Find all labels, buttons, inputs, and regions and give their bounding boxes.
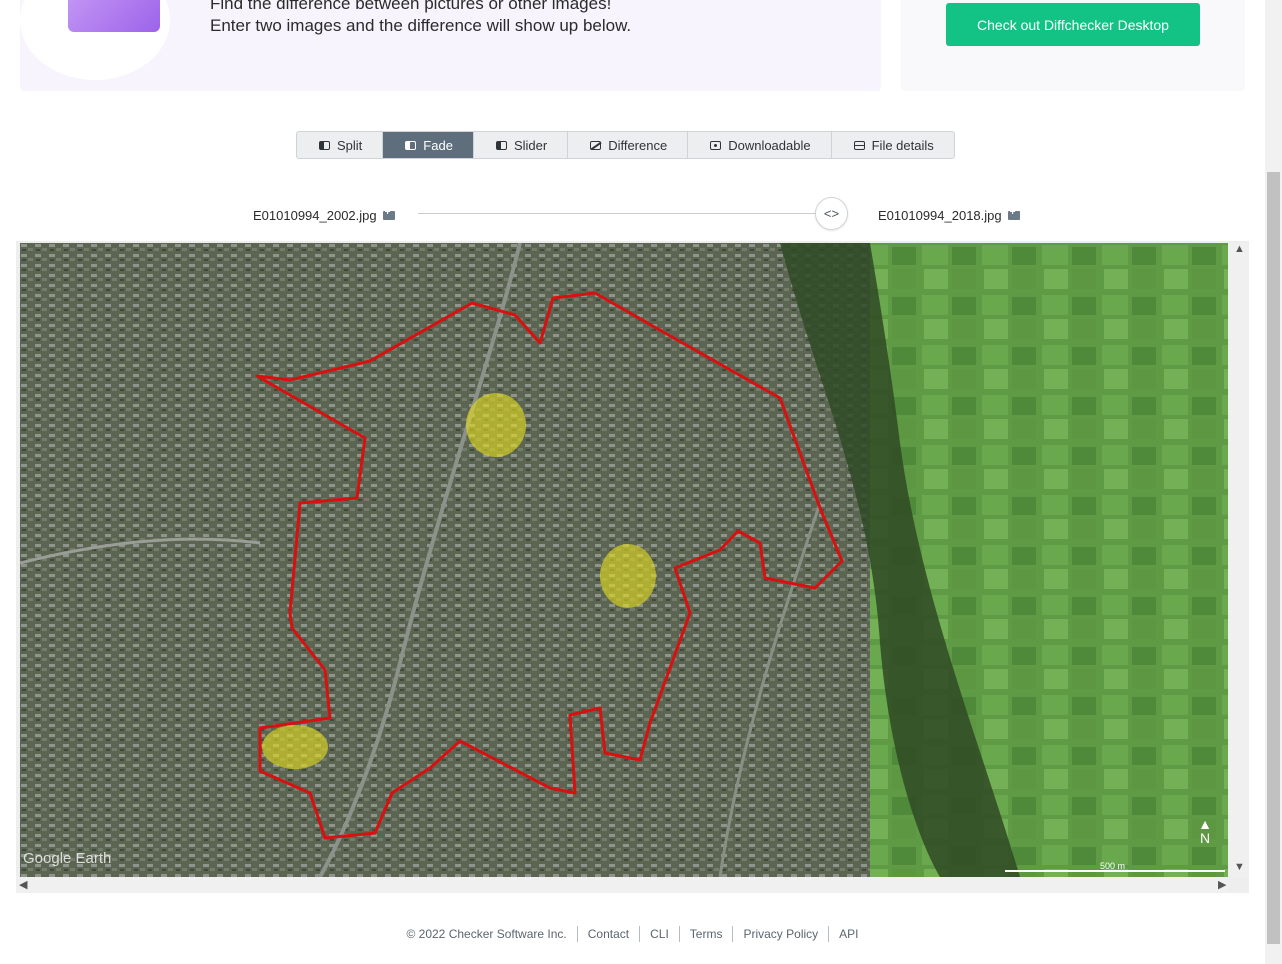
- scale-label: 500 m: [1100, 861, 1126, 871]
- footer-link-cli[interactable]: CLI: [650, 927, 669, 941]
- tab-fade[interactable]: Fade: [383, 132, 474, 158]
- left-file-name: E01010994_2002.jpg: [253, 208, 377, 223]
- fade-slider-track[interactable]: [418, 213, 818, 214]
- scroll-right-icon[interactable]: ▶: [1218, 878, 1226, 891]
- download-icon: [710, 140, 722, 150]
- tab-downloadable[interactable]: Downloadable: [688, 132, 832, 158]
- scroll-up-icon[interactable]: ▲: [1234, 243, 1245, 255]
- viewport-horizontal-scrollbar[interactable]: ◀ ▶: [16, 877, 1229, 893]
- right-file-name: E01010994_2018.jpg: [878, 208, 1002, 223]
- tab-label: Split: [337, 137, 363, 153]
- change-file-icon[interactable]: [1007, 207, 1020, 220]
- fade-slider-handle[interactable]: <>: [815, 197, 848, 230]
- desktop-promo-button[interactable]: Check out Diffchecker Desktop: [946, 3, 1200, 46]
- tab-split[interactable]: Split: [297, 132, 384, 158]
- footer: © 2022 Checker Software Inc. Contact CLI…: [0, 926, 1265, 942]
- footer-copyright: © 2022 Checker Software Inc.: [406, 927, 567, 941]
- tab-label: Slider: [513, 137, 548, 153]
- tab-slider[interactable]: Slider: [474, 132, 569, 158]
- split-icon: [319, 140, 330, 150]
- google-earth-watermark: Google Earth: [23, 850, 112, 867]
- difference-icon: [590, 140, 602, 150]
- tab-difference[interactable]: Difference: [568, 132, 689, 158]
- file-details-icon: [853, 140, 865, 150]
- change-file-icon[interactable]: [382, 207, 395, 220]
- left-file-label: E01010994_2002.jpg: [253, 207, 395, 223]
- tab-label: Difference: [608, 137, 668, 153]
- footer-link-contact[interactable]: Contact: [588, 927, 629, 941]
- north-arrow-icon: ▲ N: [1198, 816, 1212, 846]
- scroll-down-icon[interactable]: ▼: [1234, 861, 1245, 873]
- right-file-label: E01010994_2018.jpg: [878, 207, 1020, 223]
- footer-link-privacy[interactable]: Privacy Policy: [743, 927, 818, 941]
- footer-link-terms[interactable]: Terms: [690, 927, 723, 941]
- tab-label: Fade: [423, 137, 453, 153]
- slider-icon: [495, 140, 507, 150]
- tab-file-details[interactable]: File details: [832, 132, 954, 158]
- scroll-left-icon[interactable]: ◀: [19, 878, 27, 891]
- aerial-map-image: Google Earth 500 m ▲ N: [20, 243, 1228, 877]
- view-mode-tabs: Split Fade Slider Difference Downloadabl…: [296, 131, 955, 159]
- hero-headline: Find the difference between pictures or …: [210, 0, 612, 13]
- tab-label: File details: [871, 137, 934, 153]
- image-icon: [58, 0, 160, 32]
- fade-icon: [405, 140, 417, 150]
- viewport-vertical-scrollbar[interactable]: ▲ ▼: [1229, 243, 1249, 877]
- page-scrollbar-thumb[interactable]: [1267, 172, 1280, 944]
- hero-subline: Enter two images and the difference will…: [210, 16, 632, 35]
- footer-link-api[interactable]: API: [839, 927, 858, 941]
- tab-label: Downloadable: [728, 137, 811, 153]
